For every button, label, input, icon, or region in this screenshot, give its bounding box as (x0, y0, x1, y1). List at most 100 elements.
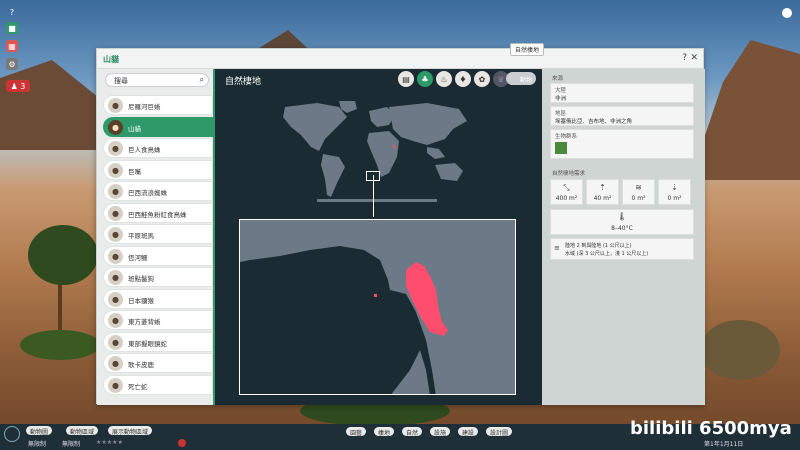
north-america (283, 103, 347, 151)
requirement-card: ⤡ 400 m² (550, 179, 583, 205)
zoomed-land-bottom (391, 350, 430, 394)
genetics-tab[interactable]: ♦ (455, 71, 471, 87)
list-item[interactable]: ● 尼羅河巨蜥 (103, 95, 213, 115)
list-item[interactable]: ● 恆河鱷 (103, 245, 213, 266)
info-tab[interactable]: ▤ (398, 71, 414, 87)
continent-value: 非洲 (555, 96, 567, 102)
toolbar-button[interactable]: 建設 (458, 427, 479, 437)
list-item[interactable]: ● 山貓 (103, 116, 213, 137)
animal-name: 日本獼猴 (128, 296, 154, 305)
toolbar-button[interactable]: 自然 (402, 427, 423, 437)
antarctica (317, 199, 437, 202)
animal-icon: ● (108, 119, 123, 135)
south-america (321, 154, 345, 197)
window-title: 山貓 (103, 55, 119, 64)
toolbar-button[interactable]: 棲地 (374, 427, 395, 437)
region-card: 地區 埃塞俄比亞、吉布地、非洲之角 (550, 106, 694, 126)
continent-card: 大陸 非洲 (550, 83, 694, 103)
notification-icon[interactable] (782, 8, 792, 18)
list-item[interactable]: ● 巴西流浪蜘蛛 (103, 181, 213, 201)
animal-list: ● 尼羅河巨蜥 ● 山貓 ● 巨人食鳥蛛 ● 巨嘴 ● 巴西流浪蜘蛛 ● 巴西鮭魚粉紅食鳥蛛 ● 平原斑馬… (103, 95, 213, 396)
animal-icon: ● (108, 313, 123, 328)
list-item[interactable]: ● 東方菱背蜥 (103, 310, 213, 330)
animal-name: 山貓 (128, 124, 141, 133)
speed-dial-icon[interactable] (4, 426, 20, 442)
animal-area-button[interactable]: 動物區域 (66, 426, 99, 436)
toolbar-button[interactable]: 設計圖 (486, 427, 513, 437)
water-area-icon: ≋ (635, 183, 642, 192)
info-pane: 來源 大陸 非洲 地區 埃塞俄比亞、吉布地、非洲之角 生物群系 自然棲地需求 ⤡… (542, 69, 705, 405)
temperature-value: 8–40°C (611, 225, 633, 232)
corner-button-label: 動物 (519, 77, 532, 84)
bush-decoration (20, 330, 100, 360)
list-item[interactable]: ● 歌卡皮鹿 (103, 353, 213, 373)
requirement-value: 0 m² (631, 195, 646, 202)
animal-button[interactable]: 動物圖 (26, 426, 53, 436)
animal-icon: ● (108, 270, 123, 285)
animal-icon: ● (108, 184, 123, 199)
requirement-card: ⇣ 0 m² (658, 179, 691, 205)
rating-stars: ★★★★★ (96, 439, 123, 446)
list-item[interactable]: ● 死亡蛇 (103, 374, 213, 395)
southeast-asia (427, 147, 445, 159)
requirement-card: ⇡ 40 m² (586, 179, 619, 205)
animal-name: 斑點鬣狗 (128, 275, 154, 283)
temperature-card: 🌡 8–40°C (550, 209, 694, 235)
exhibit-area-button[interactable]: 展示動物區域 (108, 426, 153, 436)
help-button[interactable]: ? (682, 53, 687, 63)
origin-title: 來源 (552, 76, 564, 82)
list-item[interactable]: ● 巴西鮭魚粉紅食鳥蛛 (103, 202, 213, 223)
search-input[interactable]: 搜尋 ⌕ (105, 73, 209, 87)
animal-icon: ● (108, 334, 123, 350)
animal-name: 尼羅河巨蜥 (128, 103, 161, 111)
zoomed-land (240, 220, 515, 394)
list-item[interactable]: ● 平原斑馬 (103, 224, 213, 244)
water-text-1: 陸地 2 到與陸地 (1 公尺以上) (565, 243, 632, 249)
climbable-area-icon: ⇡ (599, 183, 606, 192)
toolbar-button[interactable]: 設施 (430, 427, 451, 437)
zoom-connector (373, 175, 374, 217)
zoomed-map-svg (240, 220, 515, 394)
list-item[interactable]: ● 巨嘴 (103, 159, 213, 180)
paw-tab[interactable]: ✿ (474, 71, 490, 87)
food-tab[interactable]: ♨ (436, 71, 452, 87)
habitat-tab[interactable]: ♣ (417, 71, 433, 87)
depth-icon: ≡ (554, 244, 560, 252)
world-map (283, 101, 467, 202)
water-card: ≡ 陸地 2 到與陸地 (1 公尺以上) 水域 (深 3 公尺以上，淺 1 公尺… (550, 238, 694, 260)
thermometer-icon: 🌡 (617, 212, 628, 221)
close-button[interactable]: ✕ (690, 53, 698, 63)
stop-icon[interactable] (178, 439, 186, 447)
animal-name: 巨人食鳥蛛 (128, 146, 161, 154)
asia (389, 103, 467, 145)
region-label: 地區 (555, 111, 567, 117)
map-title: 自然棲地 (225, 77, 262, 87)
requirements-title: 自然棲地需求 (552, 171, 586, 177)
continent-label: 大陸 (555, 88, 567, 94)
zoo-icon[interactable]: ■ (6, 22, 18, 34)
tab-tooltip: 自然棲地 (510, 43, 545, 56)
water-text-2: 水域 (深 3 公尺以上，淺 1 公尺以上) (565, 251, 649, 257)
calendar-icon[interactable]: ▦ (6, 40, 18, 52)
rock-decoration (700, 320, 780, 380)
animal-icon: ● (108, 98, 123, 113)
requirement-value: 400 m² (555, 195, 578, 202)
animal-name: 巴西流浪蜘蛛 (128, 189, 167, 197)
alert-icon[interactable]: ♟ 3 (6, 80, 30, 92)
help-icon[interactable]: ? (6, 6, 18, 18)
animal-name: 平原斑馬 (128, 232, 154, 240)
list-item[interactable]: ● 東部擬眼鏡蛇 (103, 331, 213, 352)
animal-name: 東方菱背蜥 (128, 318, 161, 326)
list-item[interactable]: ● 日本獼猴 (103, 288, 213, 309)
requirement-value: 40 m² (593, 195, 612, 202)
animal-icon: ● (108, 227, 123, 242)
list-item[interactable]: ● 斑點鬣狗 (103, 267, 213, 287)
deep-water-icon: ⇣ (671, 183, 678, 192)
animal-name: 恆河鱷 (128, 253, 148, 262)
date-text: 第1年1月11日 (704, 441, 744, 448)
animal-icon: ● (108, 291, 123, 307)
corner-button[interactable]: 動物 (506, 72, 536, 85)
settings-icon[interactable]: ⚙ (6, 58, 18, 70)
toolbar-button[interactable]: 園藝 (346, 427, 367, 437)
list-item[interactable]: ● 巨人食鳥蛛 (103, 138, 213, 158)
